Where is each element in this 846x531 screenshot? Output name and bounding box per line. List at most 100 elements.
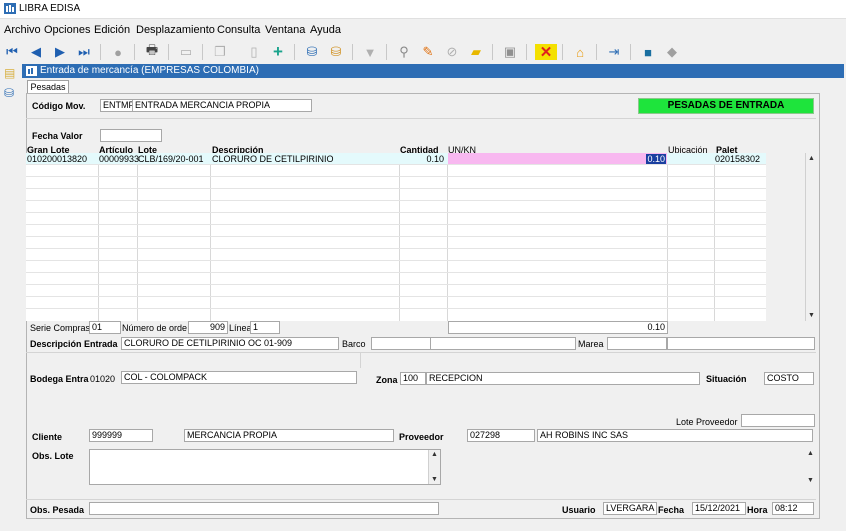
cell-unkn-editing[interactable]: 0.10 bbox=[448, 153, 667, 164]
serie-compras-field[interactable]: 01 bbox=[89, 321, 121, 334]
hora-field[interactable]: 08:12 bbox=[772, 502, 814, 515]
scroll-up-icon[interactable]: ▲ bbox=[431, 451, 438, 458]
cell-gran-lote: 010200013820 bbox=[27, 154, 88, 164]
scroll-up-icon[interactable]: ▲ bbox=[807, 450, 814, 457]
copy-icon[interactable]: ❐ bbox=[212, 44, 228, 60]
scroll-down-icon[interactable]: ▼ bbox=[431, 476, 438, 483]
menu-ayuda[interactable]: Ayuda bbox=[310, 24, 341, 36]
last-record-icon[interactable]: ⏭ bbox=[76, 44, 92, 60]
window-title: LIBRA EDISA bbox=[19, 3, 81, 14]
descripcion-entrada-label: Descripción Entrada bbox=[30, 339, 118, 349]
save-icon[interactable]: ▣ bbox=[502, 44, 518, 60]
usuario-field[interactable]: LVERGARA bbox=[603, 502, 657, 515]
scroll-down-icon[interactable]: ▼ bbox=[808, 312, 815, 319]
exit-icon[interactable]: ⇥ bbox=[606, 44, 622, 60]
grid-row-line bbox=[26, 164, 766, 165]
serie-compras-label: Serie Compras bbox=[30, 323, 91, 333]
fecha-valor-field[interactable] bbox=[100, 129, 162, 142]
refresh-icon[interactable]: ● bbox=[110, 44, 126, 60]
hora-label: Hora bbox=[747, 505, 768, 515]
grid-row-line bbox=[26, 284, 766, 285]
toolbar-separator bbox=[202, 44, 203, 60]
lote-proveedor-field[interactable] bbox=[741, 414, 815, 427]
filter-icon[interactable]: ▼ bbox=[362, 44, 378, 60]
scroll-up-icon[interactable]: ▲ bbox=[808, 155, 815, 162]
linea-field[interactable]: 1 bbox=[250, 321, 280, 334]
marea-desc-field[interactable] bbox=[667, 337, 815, 350]
obs-pesada-field[interactable] bbox=[89, 502, 439, 515]
toolbar-separator bbox=[352, 44, 353, 60]
database-icon[interactable]: ⛁ bbox=[4, 86, 18, 100]
toolbar-separator bbox=[100, 44, 101, 60]
zona-code-field[interactable]: 100 bbox=[400, 372, 426, 385]
obs-lote-scrollbar[interactable]: ▲ ▼ bbox=[428, 450, 440, 484]
proveedor-label: Proveedor bbox=[399, 432, 444, 442]
window-icon[interactable]: ▭ bbox=[178, 44, 194, 60]
grid-scrollbar[interactable]: ▲ ▼ bbox=[805, 153, 818, 321]
total-cantidad-field[interactable]: 0.10 bbox=[448, 321, 668, 334]
panel-scrollbar[interactable]: ▲ ▼ bbox=[805, 449, 817, 485]
obs-lote-label: Obs. Lote bbox=[32, 451, 74, 461]
toolbar: ⏮ ◀ ▶ ⏭ ● 🖶 ▭ ❐ ▯ + ⛁ ⛁ ▼ ⚲ ✎ ⊘ ▰ ▣ ✕ ⌂ … bbox=[0, 40, 846, 64]
toolbar-separator bbox=[596, 44, 597, 60]
home-icon[interactable]: ⌂ bbox=[572, 44, 588, 60]
scroll-down-icon[interactable]: ▼ bbox=[807, 477, 814, 484]
form-title: Entrada de mercancía (EMPRESAS COLOMBIA) bbox=[40, 65, 259, 76]
menu-consulta[interactable]: Consulta bbox=[217, 24, 260, 36]
first-record-icon[interactable]: ⏮ bbox=[4, 44, 20, 60]
note-icon[interactable]: ▰ bbox=[468, 44, 484, 60]
table-row[interactable]: 010200013820 00009933 CLB/169/20-001 CLO… bbox=[26, 153, 766, 164]
tab-pesadas[interactable]: Pesadas bbox=[27, 80, 69, 94]
add-record-icon[interactable]: + bbox=[270, 42, 286, 61]
print-icon[interactable]: 🖶 bbox=[144, 42, 160, 60]
marea-field[interactable] bbox=[607, 337, 667, 350]
toolbar-separator bbox=[562, 44, 563, 60]
grid-row-line bbox=[26, 260, 766, 261]
app-logo-icon bbox=[4, 3, 16, 14]
situacion-field[interactable]: COSTO bbox=[764, 372, 814, 385]
next-record-icon[interactable]: ▶ bbox=[52, 44, 68, 60]
menu-archivo[interactable]: Archivo bbox=[4, 24, 41, 36]
grid-row-line bbox=[26, 248, 766, 249]
cell-articulo: 00009933 bbox=[99, 154, 140, 164]
form-icon bbox=[26, 66, 37, 76]
zona-desc-field[interactable]: RECEPCION bbox=[426, 372, 700, 385]
proveedor-code-field[interactable]: 027298 bbox=[467, 429, 535, 442]
cliente-code-field[interactable]: 999999 bbox=[89, 429, 153, 442]
database-query-icon[interactable]: ⛁ bbox=[328, 44, 344, 60]
proveedor-desc-field[interactable]: AH ROBINS INC SAS bbox=[537, 429, 813, 442]
toolbar-separator bbox=[630, 44, 631, 60]
edit-pencil-icon[interactable]: ✎ bbox=[420, 44, 436, 60]
delete-icon[interactable]: ✕ bbox=[535, 44, 557, 61]
eraser-icon[interactable]: ◆ bbox=[664, 44, 680, 60]
menu-opciones[interactable]: Opciones bbox=[44, 24, 90, 36]
codigo-mov-desc-field[interactable]: ENTRADA MERCANCIA PROPIA bbox=[132, 99, 312, 112]
attach-icon[interactable]: ⊘ bbox=[444, 44, 460, 60]
obs-lote-textarea[interactable]: ▲ ▼ bbox=[89, 449, 441, 485]
toolbar-separator bbox=[134, 44, 135, 60]
bodega-desc-field[interactable]: COL - COLOMPACK bbox=[121, 371, 357, 384]
descripcion-entrada-field[interactable]: CLORURO DE CETILPIRINIO OC 01-909 bbox=[121, 337, 339, 350]
menu-ventana[interactable]: Ventana bbox=[265, 24, 305, 36]
fecha-field[interactable]: 15/12/2021 bbox=[692, 502, 746, 515]
stop-icon[interactable]: ■ bbox=[640, 44, 656, 60]
barco-label: Barco bbox=[342, 339, 366, 349]
paste-icon[interactable]: ▯ bbox=[246, 44, 262, 60]
search-icon[interactable]: ⚲ bbox=[396, 44, 412, 60]
cliente-label: Cliente bbox=[32, 432, 63, 442]
divider bbox=[360, 352, 361, 368]
numero-orden-field[interactable]: 909 bbox=[188, 321, 228, 334]
grid-row-line bbox=[26, 296, 766, 297]
cliente-desc-field[interactable]: MERCANCIA PROPIA bbox=[184, 429, 394, 442]
menu-edicion[interactable]: Edición bbox=[94, 24, 130, 36]
codigo-mov-code-field[interactable]: ENTMP bbox=[100, 99, 134, 112]
pesadas-grid: 010200013820 00009933 CLB/169/20-001 CLO… bbox=[26, 153, 766, 321]
obs-pesada-label: Obs. Pesada bbox=[30, 505, 85, 515]
notepad-icon[interactable]: ▤ bbox=[4, 66, 18, 80]
database-icon[interactable]: ⛁ bbox=[304, 44, 320, 60]
previous-record-icon[interactable]: ◀ bbox=[28, 44, 44, 60]
menu-desplazamiento[interactable]: Desplazamiento bbox=[136, 24, 215, 36]
barco-desc-field[interactable] bbox=[430, 337, 576, 350]
menu-bar: Archivo Opciones Edición Desplazamiento … bbox=[0, 20, 846, 38]
barco-field[interactable] bbox=[371, 337, 431, 350]
